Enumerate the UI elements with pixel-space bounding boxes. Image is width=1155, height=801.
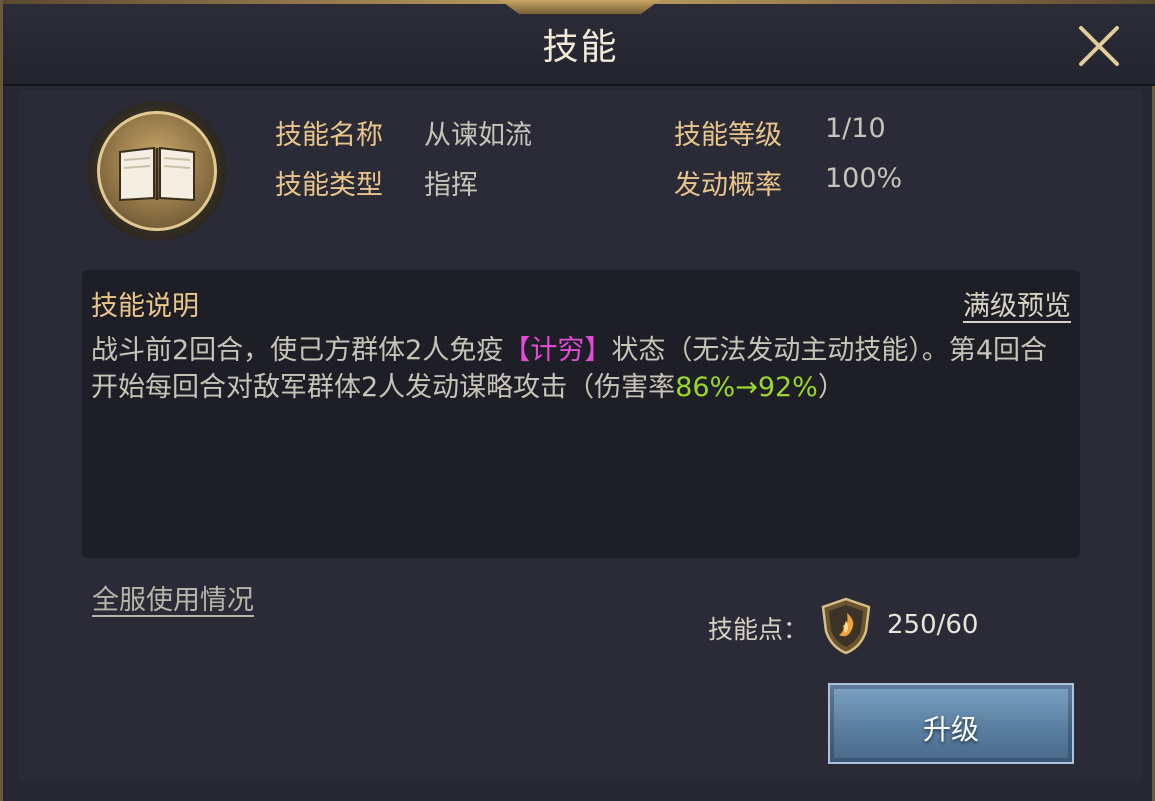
description-box: 技能说明 满级预览 战斗前2回合，使己方群体2人免疫【计穷】状态（无法发动主动技… bbox=[82, 270, 1080, 558]
dialog-title: 技能 bbox=[542, 27, 619, 68]
skill-level-value: 1/10 bbox=[825, 113, 886, 144]
max-level-preview-link[interactable]: 满级预览 bbox=[963, 284, 1071, 323]
top-ornament bbox=[500, 0, 660, 14]
description-text: 战斗前2回合，使己方群体2人免疫【计穷】状态（无法发动主动技能）。第4回合开始每… bbox=[91, 332, 1059, 406]
skill-type-value: 指挥 bbox=[424, 170, 478, 201]
trigger-rate-value: 100% bbox=[825, 163, 903, 194]
close-button[interactable] bbox=[1073, 20, 1125, 72]
trigger-rate-label: 发动概率 bbox=[674, 170, 782, 201]
skill-dialog: 技能 技能名称 从谏如流 技能等级 1/10 技能类型 指挥 发动概率 100%… bbox=[0, 0, 1155, 801]
skill-points-value: 250/60 bbox=[887, 610, 979, 640]
status-highlight: 【计穷】 bbox=[503, 335, 612, 366]
skill-emblem-inner bbox=[97, 111, 217, 231]
skill-emblem bbox=[87, 101, 227, 241]
skill-name-value: 从谏如流 bbox=[424, 120, 532, 151]
skill-type-label: 技能类型 bbox=[275, 170, 383, 201]
book-icon bbox=[119, 146, 195, 202]
server-usage-link[interactable]: 全服使用情况 bbox=[92, 578, 254, 617]
skill-points-label: 技能点： bbox=[708, 615, 809, 644]
close-icon bbox=[1079, 26, 1119, 66]
upgrade-button-label: 升级 bbox=[922, 713, 979, 746]
description-title: 技能说明 bbox=[91, 291, 199, 322]
description-part-1: 战斗前2回合，使己方群体2人免疫 bbox=[91, 335, 504, 366]
skill-name-label: 技能名称 bbox=[275, 120, 383, 151]
upgrade-button[interactable]: 升级 bbox=[828, 683, 1074, 764]
damage-rate-change: 86%→92% bbox=[675, 372, 818, 403]
skill-level-label: 技能等级 bbox=[674, 120, 782, 151]
description-part-3: ） bbox=[817, 372, 845, 403]
shield-flame-icon bbox=[819, 597, 873, 655]
